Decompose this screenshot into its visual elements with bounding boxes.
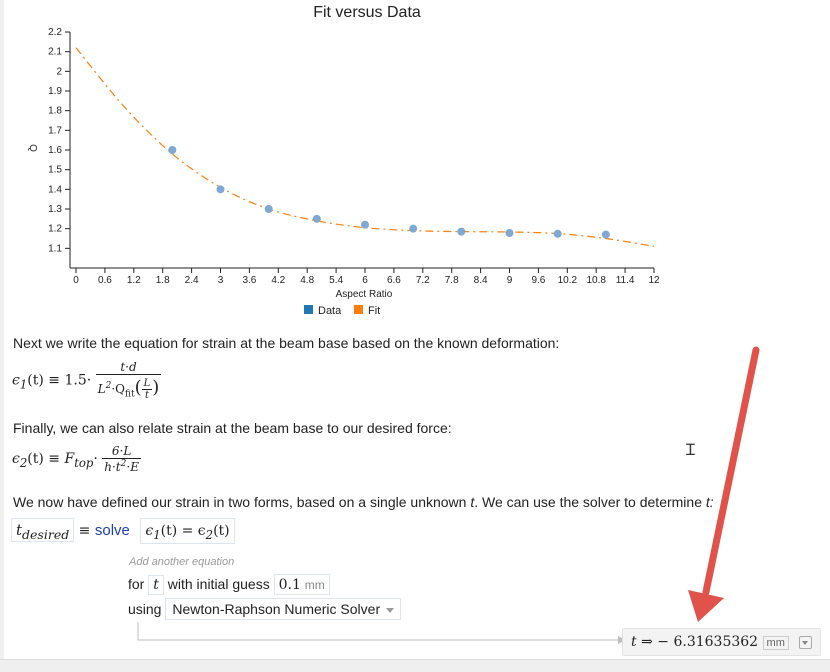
solver-equation[interactable]: ϵ1(t) = ϵ2(t) (140, 518, 235, 544)
data-point (168, 146, 177, 154)
legend-swatch (304, 305, 313, 314)
data-point (312, 214, 321, 223)
red-annotation-arrow (688, 346, 760, 622)
solver-using-row: using Newton-Raphson Numeric Solver (128, 598, 402, 620)
initial-guess-field[interactable]: 0.1 mm (273, 574, 330, 595)
x-tick-label: 3.6 (242, 275, 256, 286)
legend-swatch (354, 305, 363, 314)
y-tick-label: 1.5 (48, 165, 62, 176)
solver-for-row: for t with initial guess 0.1 mm (128, 574, 330, 595)
text-strain-force: Finally, we can also relate strain at th… (13, 420, 452, 436)
x-tick-label: 9 (507, 275, 513, 286)
x-tick-label: 6 (362, 275, 368, 286)
x-tick-label: 0 (73, 275, 79, 286)
solver-method-dropdown[interactable]: Newton-Raphson Numeric Solver (165, 598, 402, 620)
solver-definition[interactable]: tdesired ≡ solve ϵ1(t) = ϵ2(t) (11, 518, 235, 544)
y-tick-label: 2 (56, 66, 62, 77)
equation-epsilon1-fraction: t·d L2·Qfit(Lt) (95, 360, 162, 401)
x-tick-label: 1.2 (127, 275, 141, 286)
x-tick-label: 8.4 (474, 275, 488, 286)
equation-epsilon1[interactable]: ϵ1(t) ≡ 1.5· t·d L2·Qfit(Lt) (12, 360, 162, 401)
data-point (505, 228, 514, 237)
add-equation-hint[interactable]: Add another equation (129, 556, 234, 568)
legend-label: Data (318, 305, 342, 317)
x-tick-label: 12 (648, 275, 660, 286)
fit-vs-data-chart: Fit versus Data 0 0.6 1.2 1.8 2.4 3 3.6 4.2 4.8 5… (27, 4, 660, 317)
data-point (264, 205, 273, 213)
x-tick-label: 2.4 (185, 275, 199, 286)
x-tick-label: 9.6 (531, 275, 545, 286)
solver-variable[interactable]: tdesired (11, 518, 75, 542)
collapse-icon[interactable] (799, 635, 813, 649)
x-axis-label: Aspect Ratio (336, 289, 393, 300)
bottom-bar (0, 659, 830, 672)
x-tick-label: 1.8 (156, 275, 170, 286)
chart-title: Fit versus Data (313, 4, 421, 21)
x-tick-label: 10.8 (586, 275, 606, 286)
data-point (553, 229, 562, 238)
data-point (601, 230, 610, 239)
solve-keyword: solve (94, 522, 130, 539)
solver-result[interactable]: t ⇒ − 6.31635362 mm (622, 628, 822, 656)
x-tick-label: 6.6 (387, 275, 401, 286)
x-tick-label: 5.4 (329, 275, 343, 286)
result-unit: mm (762, 636, 789, 650)
x-tick-label: 7.8 (445, 275, 459, 286)
solver-for-variable[interactable]: t (148, 575, 164, 595)
data-point (409, 224, 418, 233)
data-series (168, 146, 610, 239)
y-tick-label: 1.3 (48, 204, 62, 215)
chart-axes: 0 0.6 1.2 1.8 2.4 3 3.6 4.2 4.8 5.4 6 6.6 7.2 7.8 8.4 9… (48, 27, 660, 286)
y-tick-label: 1.9 (48, 86, 62, 97)
x-tick-label: 4.8 (300, 275, 314, 286)
data-point (457, 227, 466, 236)
chart-legend: Data Fit (304, 305, 380, 317)
data-point (361, 220, 369, 229)
x-tick-label: 3 (218, 275, 224, 286)
x-tick-label: 11.4 (616, 275, 635, 286)
text-cursor-icon: Ɪ (686, 442, 695, 459)
text-two-forms: We now have defined our strain in two fo… (13, 494, 714, 510)
data-point (216, 185, 225, 194)
equation-epsilon2-fraction: 6·L h·t2·E (102, 444, 141, 474)
fit-line (75, 47, 655, 247)
y-axis-label: Q (27, 144, 38, 152)
y-tick-label: 1.1 (48, 243, 62, 254)
solver-result-connector (137, 622, 626, 644)
fit-series (75, 47, 655, 247)
legend-label: Fit (368, 305, 380, 317)
x-tick-label: 7.2 (416, 275, 430, 286)
text-strain-intro: Next we write the equation for strain at… (13, 335, 560, 351)
equation-epsilon2[interactable]: ϵ2(t) ≡ Ftop· 6·L h·t2·E (12, 444, 141, 474)
y-tick-label: 1.2 (48, 224, 62, 235)
chevron-down-icon (386, 607, 395, 613)
left-margin-strip (0, 0, 4, 671)
y-tick-label: 1.8 (48, 106, 62, 117)
y-tick-label: 2.2 (48, 27, 62, 38)
y-tick-label: 1.7 (48, 125, 62, 136)
y-tick-label: 1.4 (48, 184, 62, 195)
x-tick-label: 10.2 (558, 275, 578, 286)
x-tick-label: 4.2 (271, 275, 285, 286)
y-tick-label: 1.6 (48, 145, 62, 156)
x-tick-label: 0.6 (98, 275, 112, 286)
y-tick-label: 2.1 (48, 47, 62, 58)
